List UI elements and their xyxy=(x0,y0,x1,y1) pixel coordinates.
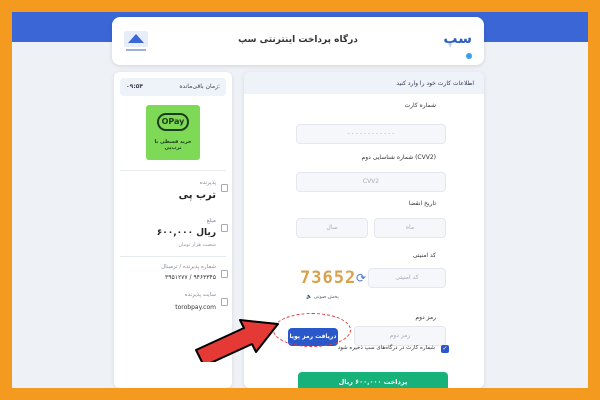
terminal-icon xyxy=(221,270,228,278)
website-icon xyxy=(221,298,228,306)
refresh-captcha-icon[interactable]: ⟳ xyxy=(356,271,366,285)
form-heading: اطلاعات کارت خود را وارد کنید xyxy=(244,72,484,94)
save-card-checkbox[interactable]: ✓ xyxy=(441,345,449,353)
amount-icon xyxy=(221,224,228,232)
logo-dot-icon xyxy=(466,53,472,59)
browser-frame: درگاه پرداخت اینترنتی سپ سپ زمان باقی‌ما… xyxy=(12,12,588,388)
card-number-input[interactable]: - - - - - - - - - - - - xyxy=(296,124,446,144)
save-card-label: شماره کارت در درگاه‌های سپ ذخیره شود xyxy=(337,345,435,351)
pay-button[interactable]: پرداخت ۶۰۰,۰۰۰ ریال xyxy=(298,372,448,388)
timer-label: زمان باقی‌مانده: xyxy=(179,83,220,90)
merchant-name: ترب پی xyxy=(178,190,216,201)
opay-subtitle: خرید قسطی با ترب‌پی xyxy=(154,139,192,151)
amount-label: مبلغ xyxy=(206,218,216,224)
site-value[interactable]: torobpay.com xyxy=(175,304,216,311)
timer-value: ۰۹:۵۴ xyxy=(126,83,144,90)
store-icon xyxy=(221,184,228,192)
captcha-label: کد امنیتی xyxy=(412,252,436,259)
expiry-year-input[interactable]: سال xyxy=(296,218,368,238)
voice-captcha-button[interactable]: 🔈 پخش صوتی xyxy=(306,294,339,300)
divider xyxy=(120,170,226,171)
site-label: سایت پذیرنده xyxy=(184,292,216,298)
card-number-label: شماره کارت xyxy=(404,102,436,109)
amount-value: ۶۰۰,۰۰۰ ریال xyxy=(156,228,216,238)
voice-label: پخش صوتی xyxy=(313,294,339,300)
expiry-label: تاریخ انقضا xyxy=(408,200,436,207)
expiry-month-input[interactable]: ماه xyxy=(374,218,446,238)
opay-logo: OPay xyxy=(157,113,189,131)
terminal-value: ۳۹۵۱۲۷۷ / ۹۴۶۳۳۴۵ xyxy=(165,274,216,281)
captcha-image: 73652 xyxy=(300,268,357,288)
cvv2-label: شماره شناسایی دوم (CVV2) xyxy=(361,154,436,161)
opay-banner[interactable]: OPay خرید قسطی با ترب‌پی xyxy=(146,105,200,160)
header-card: درگاه پرداخت اینترنتی سپ سپ xyxy=(112,17,484,65)
cvv2-input[interactable]: CVV2 xyxy=(296,172,446,192)
divider xyxy=(120,256,226,257)
captcha-input[interactable]: کد امنیتی xyxy=(368,268,446,288)
sep-logo-text: سپ xyxy=(443,31,472,47)
speaker-icon: 🔈 xyxy=(306,294,313,300)
red-arrow-icon xyxy=(195,319,279,362)
terminal-label: شماره پذیرنده / ترمینال xyxy=(161,264,216,270)
merchant-label: پذیرنده xyxy=(199,180,216,186)
page-title: درگاه پرداخت اینترنتی سپ xyxy=(238,35,358,45)
amount-words: شصت هزار تومان xyxy=(178,242,216,248)
timer-row: زمان باقی‌مانده: ۰۹:۵۴ xyxy=(120,78,226,96)
highlight-circle xyxy=(273,313,351,347)
second-password-label: رمز دوم xyxy=(415,314,436,321)
sep-logo: سپ xyxy=(436,31,472,59)
second-password-input[interactable]: رمز دوم xyxy=(354,326,446,346)
